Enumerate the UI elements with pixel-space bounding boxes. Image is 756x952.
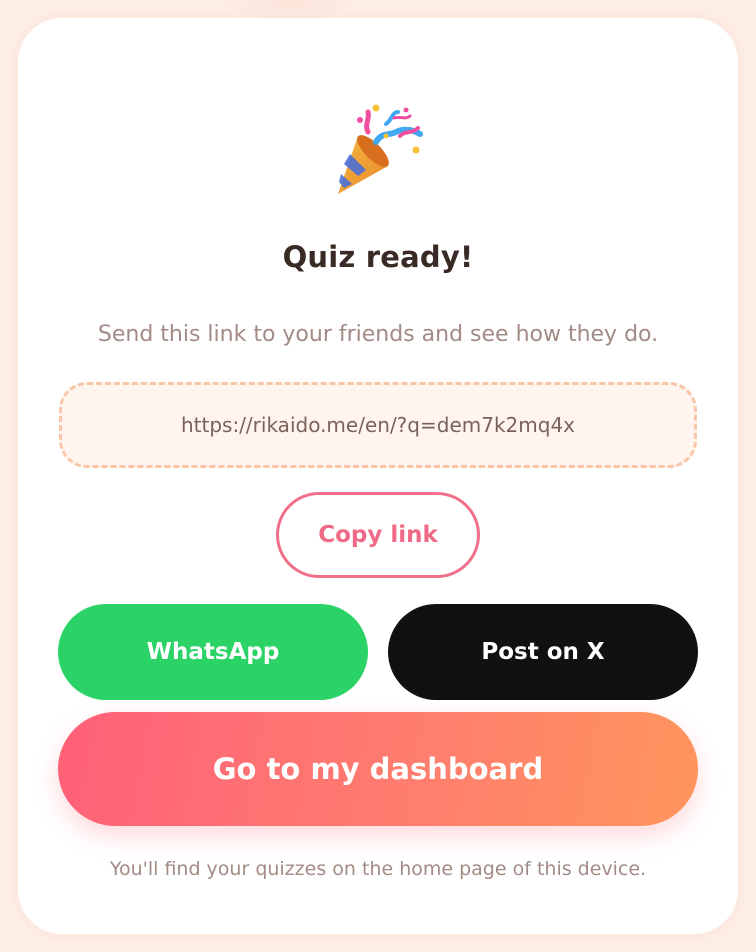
- whatsapp-share-button[interactable]: WhatsApp: [58, 604, 368, 700]
- quiz-ready-card: Quiz ready! Send this link to your frien…: [18, 18, 738, 934]
- go-to-dashboard-button[interactable]: Go to my dashboard: [58, 712, 698, 826]
- party-popper-icon: [338, 104, 423, 194]
- quiz-link-field[interactable]: https://rikaido.me/en/?q=dem7k2mq4x: [59, 382, 697, 468]
- post-on-x-button[interactable]: Post on X: [388, 604, 698, 700]
- page-title: Quiz ready!: [282, 240, 474, 274]
- background-glow: [230, 0, 350, 10]
- dashboard-note: You'll find your quizzes on the home pag…: [109, 858, 647, 880]
- copy-link-button[interactable]: Copy link: [276, 492, 480, 578]
- share-instructions: Send this link to your friends and see h…: [97, 322, 659, 347]
